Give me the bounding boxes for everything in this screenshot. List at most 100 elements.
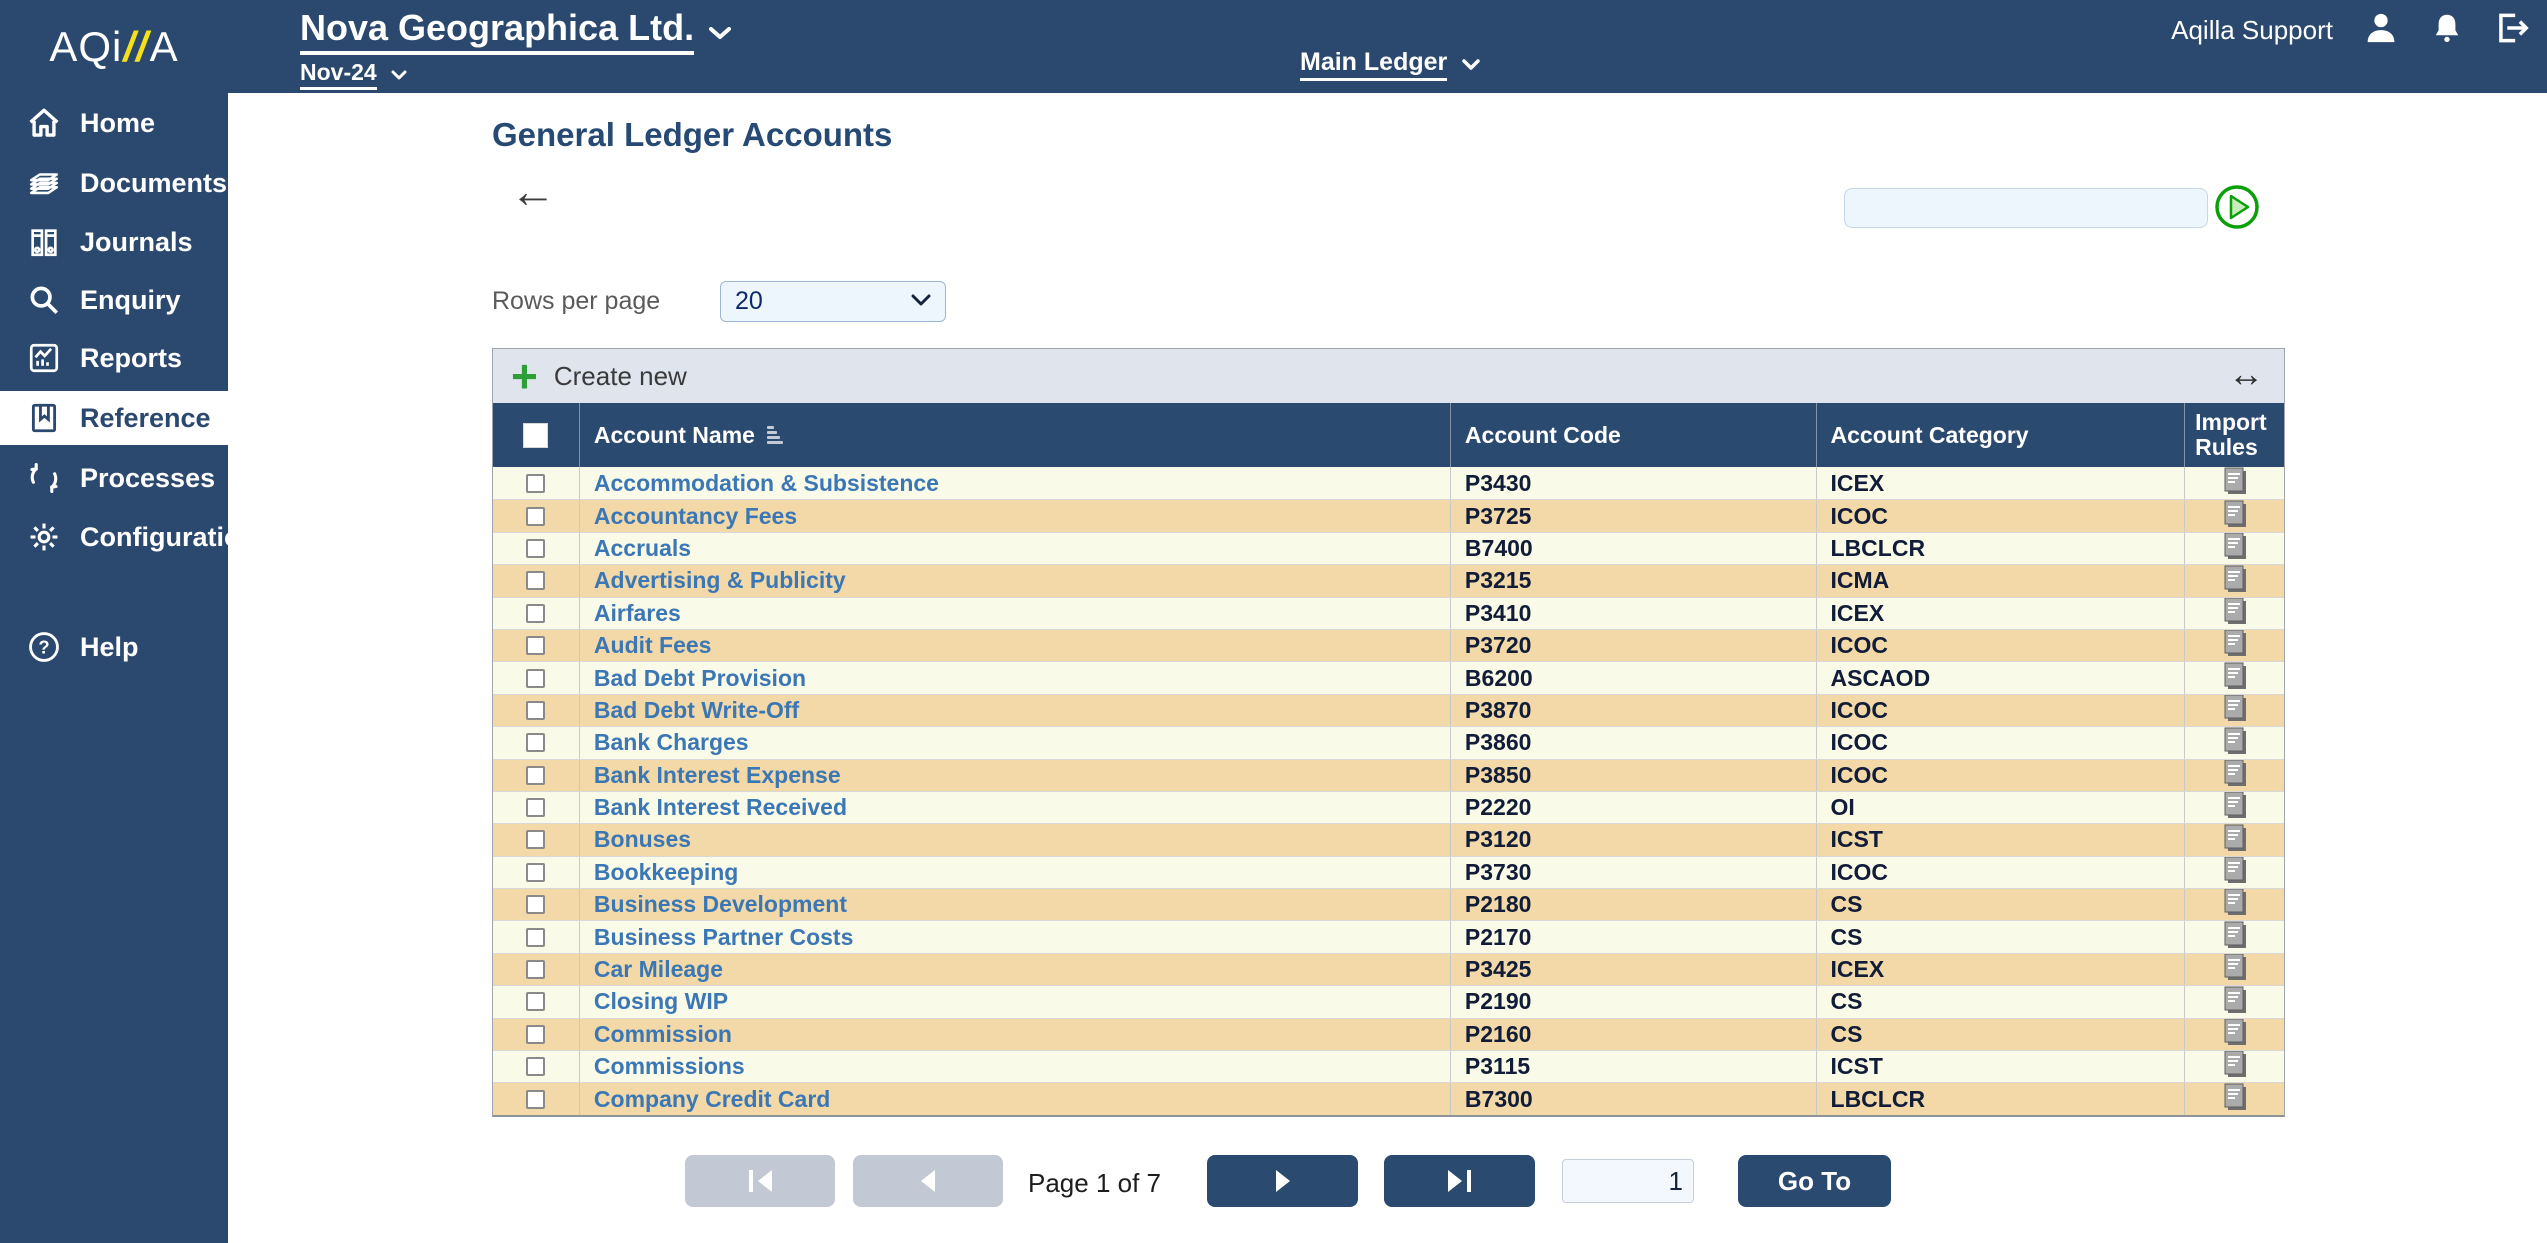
row-checkbox[interactable] — [526, 604, 545, 623]
import-rules-icon[interactable] — [2222, 565, 2248, 596]
import-rules-icon[interactable] — [2222, 467, 2248, 499]
ledger-selector[interactable]: Main Ledger — [1300, 48, 1480, 81]
import-rules-icon[interactable] — [2222, 857, 2248, 888]
row-checkbox[interactable] — [526, 507, 545, 526]
goto-page-button[interactable]: Go To — [1738, 1155, 1891, 1207]
sidebar-item-configuration[interactable]: Configuration — [0, 510, 228, 564]
row-checkbox[interactable] — [526, 733, 545, 752]
import-rules-icon[interactable] — [2222, 954, 2248, 985]
account-name-link[interactable]: Audit Fees — [594, 632, 712, 659]
period-label[interactable]: Nov-24 — [300, 59, 377, 90]
sort-icon[interactable] — [767, 426, 783, 444]
account-name-link[interactable]: Commission — [594, 1021, 732, 1048]
row-checkbox[interactable] — [526, 636, 545, 655]
sidebar-item-reference[interactable]: Reference — [0, 391, 228, 445]
row-checkbox-cell — [493, 954, 579, 985]
sidebar-item-documents[interactable]: Documents — [0, 156, 228, 210]
row-checkbox[interactable] — [526, 701, 545, 720]
row-checkbox[interactable] — [526, 1090, 545, 1109]
account-name-link[interactable]: Bookkeeping — [594, 859, 738, 886]
column-header-account-category[interactable]: Account Category — [1816, 403, 2185, 467]
sidebar-item-home[interactable]: Home — [0, 96, 228, 150]
account-name-link[interactable]: Airfares — [594, 600, 681, 627]
import-rules-icon[interactable] — [2222, 792, 2248, 823]
account-name-link[interactable]: Car Mileage — [594, 956, 723, 983]
row-checkbox[interactable] — [526, 960, 545, 979]
back-arrow-icon[interactable]: ← — [510, 168, 556, 214]
row-checkbox[interactable] — [526, 766, 545, 785]
import-rules-icon[interactable] — [2222, 889, 2248, 920]
resize-columns-icon[interactable]: ↔ — [2228, 353, 2264, 395]
sidebar-item-enquiry[interactable]: Enquiry — [0, 273, 228, 327]
account-name-link[interactable]: Closing WIP — [594, 988, 728, 1015]
account-name-link[interactable]: Bank Charges — [594, 729, 749, 756]
import-rules-icon[interactable] — [2222, 630, 2248, 661]
row-checkbox[interactable] — [526, 863, 545, 882]
create-new-button[interactable]: Create new — [554, 361, 687, 392]
import-rules-icon[interactable] — [2222, 986, 2248, 1017]
account-name-link[interactable]: Business Development — [594, 891, 847, 918]
next-page-button[interactable] — [1207, 1155, 1358, 1207]
import-rules-icon[interactable] — [2222, 1051, 2248, 1082]
row-checkbox[interactable] — [526, 1025, 545, 1044]
account-name-link[interactable]: Bank Interest Received — [594, 794, 847, 821]
sidebar-item-reports[interactable]: Reports — [0, 331, 228, 385]
company-selector[interactable]: Nova Geographica Ltd. — [300, 7, 731, 55]
row-checkbox[interactable] — [526, 895, 545, 914]
account-name-cell: Company Credit Card — [579, 1083, 1450, 1114]
last-page-button[interactable] — [1384, 1155, 1535, 1207]
account-name-link[interactable]: Commissions — [594, 1053, 745, 1080]
import-rules-icon[interactable] — [2222, 921, 2248, 952]
import-rules-icon[interactable] — [2222, 500, 2248, 531]
row-checkbox[interactable] — [526, 992, 545, 1011]
column-header-account-name[interactable]: Account Name — [579, 403, 1450, 467]
period-selector[interactable]: Nov-24 — [300, 59, 731, 90]
account-category-cell: CS — [1816, 986, 2185, 1017]
import-rules-icon[interactable] — [2222, 598, 2248, 629]
plus-icon[interactable]: + — [511, 353, 538, 399]
account-name-link[interactable]: Accommodation & Subsistence — [594, 470, 939, 497]
run-search-icon[interactable] — [2214, 184, 2260, 230]
account-name-link[interactable]: Bad Debt Write-Off — [594, 697, 799, 724]
column-header-account-code[interactable]: Account Code — [1450, 403, 1816, 467]
import-rules-icon[interactable] — [2222, 727, 2248, 758]
select-all-checkbox[interactable] — [523, 423, 548, 448]
sidebar-item-help[interactable]: ?Help — [0, 620, 228, 674]
import-rules-icon[interactable] — [2222, 695, 2248, 726]
import-rules-icon[interactable] — [2222, 533, 2248, 564]
account-name-link[interactable]: Company Credit Card — [594, 1086, 830, 1113]
import-rules-icon[interactable] — [2222, 760, 2248, 791]
sidebar-item-journals[interactable]: Journals — [0, 215, 228, 269]
company-name[interactable]: Nova Geographica Ltd. — [300, 7, 694, 55]
sidebar-item-processes[interactable]: Processes — [0, 451, 228, 505]
account-name-link[interactable]: Bank Interest Expense — [594, 762, 841, 789]
import-rules-icon[interactable] — [2222, 824, 2248, 855]
search-input[interactable] — [1844, 188, 2208, 228]
ledger-label[interactable]: Main Ledger — [1300, 48, 1447, 81]
account-name-link[interactable]: Business Partner Costs — [594, 924, 853, 951]
import-rules-icon[interactable] — [2222, 662, 2248, 693]
account-name-link[interactable]: Bad Debt Provision — [594, 665, 806, 692]
account-name-link[interactable]: Bonuses — [594, 826, 691, 853]
logout-icon[interactable] — [2493, 9, 2531, 52]
account-name-link[interactable]: Accruals — [594, 535, 691, 562]
import-rules-icon[interactable] — [2222, 1019, 2248, 1050]
row-checkbox[interactable] — [526, 830, 545, 849]
import-rules-icon[interactable] — [2222, 1083, 2248, 1114]
previous-page-button[interactable] — [853, 1155, 1003, 1207]
account-name-link[interactable]: Accountancy Fees — [594, 503, 797, 530]
row-checkbox[interactable] — [526, 669, 545, 688]
row-checkbox[interactable] — [526, 474, 545, 493]
account-code-cell: P3215 — [1450, 565, 1816, 596]
page-number-input[interactable] — [1562, 1159, 1694, 1203]
row-checkbox[interactable] — [526, 928, 545, 947]
user-icon[interactable] — [2361, 8, 2401, 53]
first-page-button[interactable] — [685, 1155, 835, 1207]
row-checkbox[interactable] — [526, 539, 545, 558]
row-checkbox[interactable] — [526, 798, 545, 817]
account-name-link[interactable]: Advertising & Publicity — [594, 567, 846, 594]
bell-icon[interactable] — [2429, 10, 2465, 51]
rows-per-page-select[interactable]: 20 — [720, 281, 946, 322]
row-checkbox[interactable] — [526, 571, 545, 590]
row-checkbox[interactable] — [526, 1057, 545, 1076]
